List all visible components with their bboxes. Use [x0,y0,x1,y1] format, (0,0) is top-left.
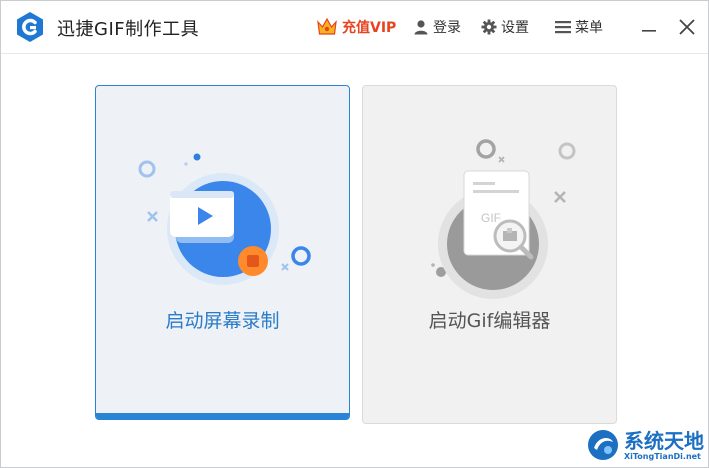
screen-record-label: 启动屏幕录制 [165,310,280,332]
login-label: 登录 [433,20,461,36]
watermark-logo-icon [588,430,618,460]
gif-editor-label: 启动Gif编辑器 [428,310,551,332]
watermark-url: XiTongTianDi.net [624,451,701,461]
vip-button[interactable]: 充值VIP [316,17,396,37]
close-button[interactable] [675,15,699,39]
gif-editor-card[interactable]: GIF 启动Gif编辑器 [362,85,617,424]
login-button[interactable]: 登录 [413,17,461,37]
main-content: 启动屏幕录制 GIF 启动Gif编辑器 [1,54,708,467]
watermark: 系统天地 XiTongTianDi.net [586,423,708,467]
title-bar: 迅捷GIF制作工具 充值VIP 登录 设置 菜单 [1,1,708,54]
app-title: 迅捷GIF制作工具 [57,19,200,40]
gif-editor-illustration: GIF [431,139,576,299]
app-logo-icon [17,12,43,42]
menu-label: 菜单 [575,20,603,36]
minimize-button[interactable] [637,15,661,39]
settings-label: 设置 [501,20,529,36]
vip-crown-icon [317,17,337,35]
watermark-title: 系统天地 [624,428,704,453]
vip-label: 充值VIP [342,20,397,36]
menu-button[interactable]: 菜单 [555,17,603,37]
gear-icon [481,19,497,35]
screen-record-card[interactable]: 启动屏幕录制 [95,85,350,420]
app-window: 迅捷GIF制作工具 充值VIP 登录 设置 菜单 启动屏幕录制 GIF 启动Gi… [0,0,709,468]
settings-button[interactable]: 设置 [481,17,529,37]
selected-indicator [96,413,349,419]
hamburger-menu-icon [555,21,571,34]
screen-record-illustration [138,153,311,285]
svg-text:GIF: GIF [481,211,501,225]
user-icon [414,20,428,35]
